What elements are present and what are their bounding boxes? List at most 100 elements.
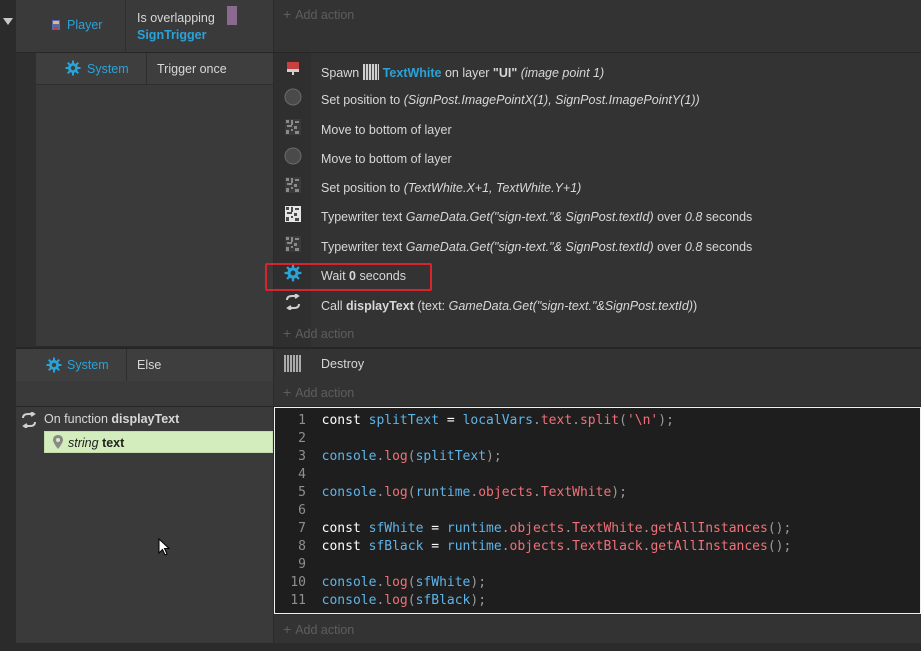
action-text-part: GameData.Get("sign-text."&SignPost.textI… <box>448 299 694 313</box>
action-text[interactable]: Move to bottom of layer <box>321 152 452 166</box>
player-sprite-icon <box>50 19 62 31</box>
action-text[interactable]: Move to bottom of layer <box>321 123 452 137</box>
code-token: ; <box>478 575 487 590</box>
action-text[interactable]: Typewriter text GameData.Get("sign-text.… <box>321 240 752 254</box>
code-token: ) <box>658 413 667 428</box>
code-token: split <box>579 413 620 428</box>
code-token: ( <box>407 575 416 590</box>
code-token: sfBlack <box>415 593 471 608</box>
code-token: . <box>501 539 510 554</box>
function-name: displayText <box>111 412 180 426</box>
function-header: On function displayText <box>44 412 179 426</box>
code-line: 2 <box>280 430 916 448</box>
event-gutter <box>0 0 16 651</box>
else-action-text[interactable]: Destroy <box>321 357 364 371</box>
line-number: 11 <box>290 593 306 608</box>
event1-condition-text: Is overlapping <box>137 11 215 25</box>
action-text-part: "UI" <box>492 66 518 80</box>
code-line: 11 console.log(sfBlack); <box>280 592 916 610</box>
action-text[interactable]: Set position to (SignPost.ImagePointX(1)… <box>321 93 700 107</box>
else-condition-text: Else <box>137 358 162 372</box>
code-token: ( <box>767 539 776 554</box>
function-action-area[interactable] <box>274 615 921 643</box>
code-token: TextWhite <box>540 485 612 500</box>
code-token: console <box>321 575 377 590</box>
code-token: ; <box>493 449 502 464</box>
line-number: 3 <box>298 449 306 464</box>
mouse-cursor-icon <box>158 537 171 559</box>
system-gear-icon <box>65 60 81 79</box>
line-number: 10 <box>290 575 306 590</box>
param-name: text <box>102 436 125 450</box>
line-number: 9 <box>298 557 306 572</box>
action-text[interactable]: Spawn TextWhite on layer "UI" (image poi… <box>321 64 604 80</box>
dark-text-icon <box>284 118 302 139</box>
subevent-object-divider <box>146 53 147 85</box>
action-text-part: Typewriter text <box>321 240 406 254</box>
code-token: . <box>564 539 573 554</box>
code-token: log <box>384 449 408 464</box>
action-text-part: Spawn <box>321 66 363 80</box>
action-text-part: (text: <box>413 299 449 313</box>
action-text[interactable]: Call displayText (text: GameData.Get("si… <box>321 299 697 313</box>
call-function-icon <box>284 293 302 313</box>
code-token: sfBlack <box>368 539 424 554</box>
code-token: log <box>384 485 408 500</box>
subevent-indent <box>16 53 36 347</box>
code-token: console <box>321 485 377 500</box>
action-text-part: TextWhite <box>382 66 442 80</box>
code-token: ) <box>775 539 784 554</box>
code-line: 3 console.log(splitText); <box>280 448 916 466</box>
line-number: 6 <box>298 503 306 518</box>
function-label: On function <box>44 412 108 426</box>
action-text-part: over <box>653 210 685 224</box>
code-token: ( <box>407 593 416 608</box>
else-add-action[interactable]: + Add action <box>283 384 354 400</box>
code-line: 1 const splitText = localVars.text.split… <box>280 412 916 430</box>
subevent-object-name: System <box>87 62 129 76</box>
code-token: ; <box>783 539 792 554</box>
action-text-part: seconds <box>702 210 753 224</box>
action-text[interactable]: Typewriter text GameData.Get("sign-text.… <box>321 210 752 224</box>
line-number: 4 <box>298 467 306 482</box>
code-token: ( <box>407 449 416 464</box>
code-token: ) <box>775 521 784 536</box>
red-sprite-icon <box>284 59 302 80</box>
function-param: string text <box>68 436 124 450</box>
else-action-area[interactable] <box>274 349 921 406</box>
action-text-part: GameData.Get("sign-text."& SignPost.text… <box>405 240 654 254</box>
line-number: 8 <box>298 539 306 554</box>
line-number: 1 <box>298 413 306 428</box>
wait-highlight-box <box>265 263 432 291</box>
function-add-action[interactable]: + Add action <box>283 621 354 637</box>
code-token: . <box>572 413 580 428</box>
code-token: getAllInstances <box>650 539 768 554</box>
event1-action-area[interactable] <box>274 0 921 52</box>
action-text[interactable]: Set position to (TextWhite.X+1, TextWhit… <box>321 181 581 195</box>
code-token: splitText <box>415 449 487 464</box>
code-token: sfWhite <box>368 521 424 536</box>
subevent-condition-row[interactable] <box>36 53 273 346</box>
action-text-part: Call <box>321 299 347 313</box>
action-text-part: Set position to <box>321 181 404 195</box>
text-object-icon <box>362 64 379 80</box>
code-token: = <box>446 413 455 428</box>
code-token: ( <box>619 413 627 428</box>
code-token: ; <box>783 521 792 536</box>
code-token: = <box>431 539 440 554</box>
collapse-arrow-icon[interactable] <box>3 18 13 25</box>
event1-add-action[interactable]: + Add action <box>283 6 354 22</box>
code-token: TextWhite <box>572 521 643 536</box>
gray-circle-icon <box>284 88 302 109</box>
dark-text-icon <box>284 176 302 197</box>
code-token: objects <box>509 521 565 536</box>
pin-icon <box>53 435 63 452</box>
code-token: . <box>533 485 541 500</box>
white-text-icon <box>284 205 302 226</box>
code-token: const <box>321 413 361 428</box>
code-lines[interactable]: 1 const splitText = localVars.text.split… <box>280 412 916 610</box>
subevent-add-action[interactable]: + Add action <box>283 325 354 341</box>
